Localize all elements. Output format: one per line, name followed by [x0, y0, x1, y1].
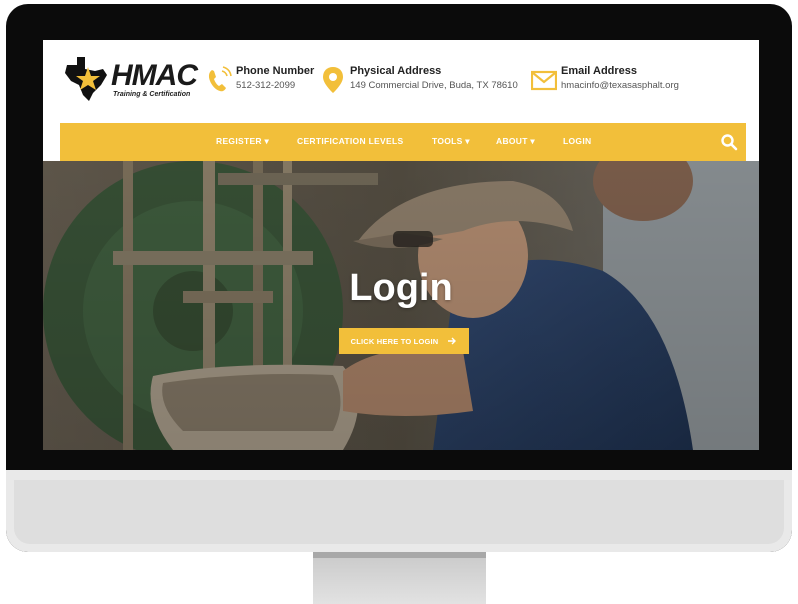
website-screen: HMAC Training & Certification Phone Numb… [43, 40, 759, 450]
address-info[interactable]: Physical Address 149 Commercial Drive, B… [320, 64, 530, 98]
nav-item-register[interactable]: REGISTER ▾ [216, 136, 269, 147]
texas-star-logo-icon [65, 57, 107, 101]
envelope-icon [531, 70, 557, 91]
nav-item-tools[interactable]: TOOLS ▾ [432, 136, 470, 147]
logo-tagline: Training & Certification [113, 91, 191, 98]
hero-banner: Login CLICK HERE TO LOGIN [43, 161, 759, 450]
address-title: Physical Address [350, 65, 442, 77]
login-cta-button[interactable]: CLICK HERE TO LOGIN [339, 328, 469, 354]
nav-item-login[interactable]: LOGIN [563, 136, 591, 146]
email-title: Email Address [561, 65, 638, 77]
logo-wordmark: HMAC [111, 59, 198, 92]
monitor-stand-shadow [313, 552, 486, 558]
email-info[interactable]: Email Address hmacinfo@texasasphalt.org [531, 64, 701, 98]
search-icon[interactable] [720, 133, 738, 151]
monitor-chin-panel [14, 480, 784, 544]
arrow-right-icon [448, 337, 457, 345]
phone-title: Phone Number [236, 65, 315, 77]
phone-value: 512-312-2099 [236, 80, 296, 91]
email-value: hmacinfo@texasasphalt.org [561, 80, 679, 91]
map-pin-icon [323, 67, 343, 93]
nav-item-about[interactable]: ABOUT ▾ [496, 136, 535, 147]
login-cta-label: CLICK HERE TO LOGIN [350, 336, 439, 346]
monitor-stand [313, 552, 486, 604]
phone-icon [208, 66, 232, 92]
address-value: 149 Commercial Drive, Buda, TX 78610 [350, 80, 518, 91]
page-title: Login [349, 267, 453, 309]
site-logo[interactable]: HMAC Training & Certification [61, 55, 198, 103]
main-nav: REGISTER ▾ CERTIFICATION LEVELS TOOLS ▾ … [60, 123, 746, 161]
nav-item-certification-levels[interactable]: CERTIFICATION LEVELS [297, 136, 403, 146]
